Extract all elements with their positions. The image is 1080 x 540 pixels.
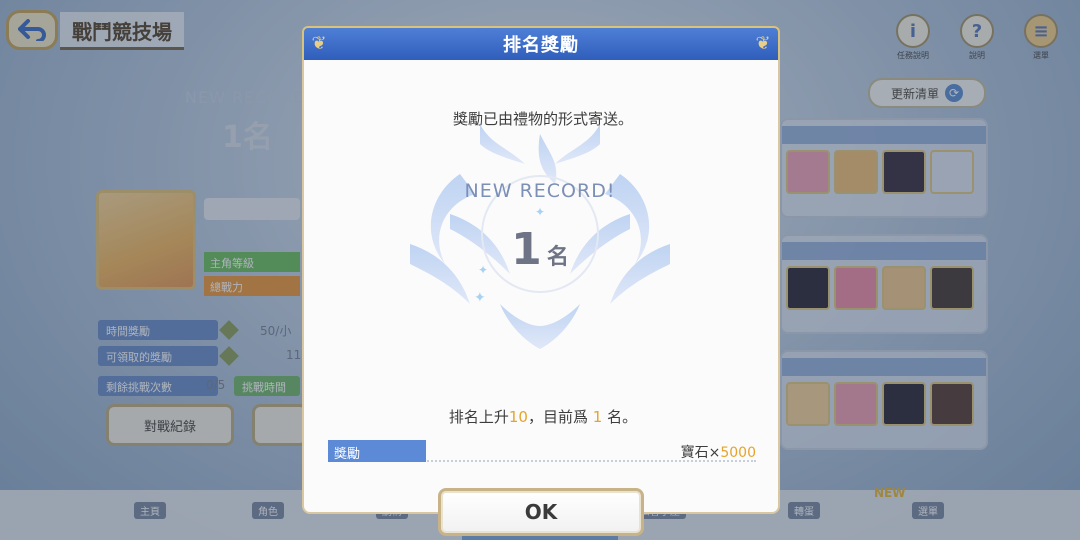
dialog-header: ❦ 排名獎勵 ❦: [302, 26, 780, 62]
ok-button[interactable]: OK: [438, 488, 644, 536]
reward-row: 獎勵 寶石×5000: [328, 440, 756, 462]
ornament-icon: ❦: [755, 33, 771, 54]
emblem-rank-number: 1: [511, 224, 542, 275]
emblem-rank-unit: 名: [546, 245, 569, 270]
rank-up-suffix: 名。: [607, 408, 638, 426]
rank-up-middle: ，目前爲: [527, 408, 588, 426]
rank-up-text: 排名上升10，目前爲 1 名。: [304, 406, 782, 427]
emblem-new-record-text: NEW RECORD!: [464, 180, 616, 202]
reward-label: 獎勵: [328, 440, 426, 462]
rank-up-prefix: 排名上升: [448, 408, 509, 426]
reward-item-name: 寶石×: [680, 445, 721, 461]
emblem-rank: 1 名: [390, 224, 690, 275]
rank-delta: 10: [508, 408, 528, 426]
reward-amount: 5000: [720, 445, 756, 461]
current-rank: 1: [592, 408, 603, 426]
reward-value: 寶石×5000: [681, 442, 756, 462]
svg-text:✦: ✦: [535, 205, 545, 219]
svg-text:✦: ✦: [474, 290, 486, 306]
ornament-icon: ❦: [311, 33, 327, 54]
dialog-title: 排名獎勵: [503, 35, 579, 56]
